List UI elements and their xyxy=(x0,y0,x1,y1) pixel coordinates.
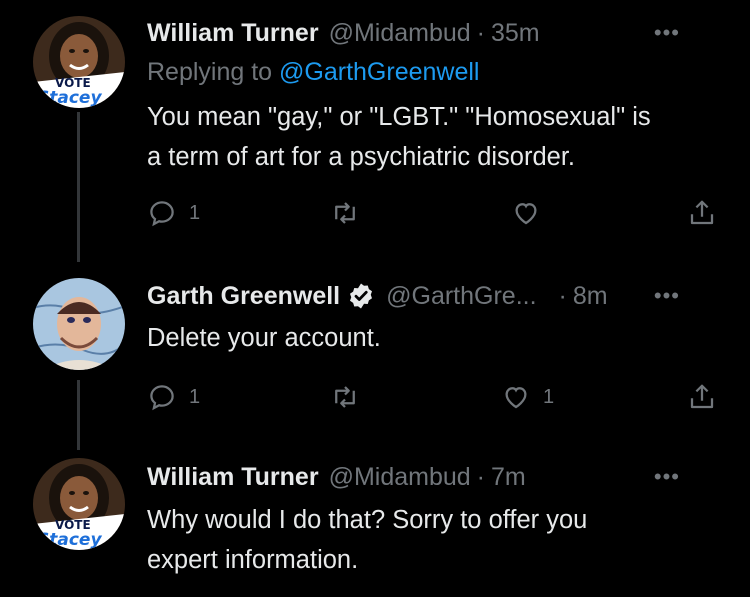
separator-dot: · xyxy=(558,281,567,310)
reply-count: 1 xyxy=(189,385,201,408)
share-button[interactable] xyxy=(687,198,717,228)
thread-line xyxy=(77,380,80,450)
like-count: 1 xyxy=(543,385,555,408)
retweet-button[interactable] xyxy=(330,198,372,228)
tweet-text-line: Why would I do that? Sorry to offer you xyxy=(147,506,588,534)
reply-button[interactable]: 1 xyxy=(147,382,200,412)
reply-icon xyxy=(150,201,174,227)
author-name[interactable]: Garth Greenwell xyxy=(147,282,340,311)
thread-line xyxy=(77,112,80,262)
more-icon[interactable]: ••• xyxy=(654,464,680,490)
tweet-3[interactable]: VOTE Stacey William Turner @Midambud · 7… xyxy=(0,442,750,597)
mention-link[interactable]: @GarthGreenwell xyxy=(279,58,479,86)
verified-badge-icon xyxy=(346,281,376,311)
retweet-icon xyxy=(335,202,355,224)
separator-dot: · xyxy=(476,462,485,491)
separator-dot: · xyxy=(476,18,485,47)
tweet-text-line: a term of art for a psychiatric disorder… xyxy=(147,143,575,171)
avatar-badge-stacey: Stacey xyxy=(37,88,102,108)
timestamp[interactable]: 35m xyxy=(491,19,540,48)
tweet-text: Why would I do that? Sorry to offer you … xyxy=(147,500,717,580)
reply-button[interactable]: 1 xyxy=(147,198,200,228)
tweet-1[interactable]: VOTE Stacey William Turner @Midambud · 3… xyxy=(0,0,750,262)
more-icon[interactable]: ••• xyxy=(654,20,680,46)
timestamp[interactable]: 8m xyxy=(573,282,608,311)
reply-count: 1 xyxy=(189,201,201,224)
share-icon xyxy=(690,384,714,409)
like-icon xyxy=(515,203,537,225)
tweet-2[interactable]: Garth Greenwell @GarthGre... · 8m ••• De… xyxy=(0,262,750,450)
author-handle[interactable]: @Midambud xyxy=(329,19,471,48)
avatar-badge-stacey: Stacey xyxy=(37,530,102,550)
share-icon xyxy=(690,200,714,225)
tweet-header: William Turner @Midambud · 35m ••• xyxy=(147,16,710,50)
tweet-text: Delete your account. xyxy=(147,318,717,358)
author-handle[interactable]: @GarthGre... xyxy=(386,282,536,311)
author-name[interactable]: William Turner xyxy=(147,463,319,492)
replying-to: Replying to @GarthGreenwell xyxy=(147,58,479,87)
avatar-garth-greenwell[interactable] xyxy=(33,278,125,370)
tweet-actions: 1 xyxy=(147,198,722,234)
like-button[interactable] xyxy=(511,198,553,228)
retweet-button[interactable] xyxy=(330,382,372,412)
tweet-text-line: Delete your account. xyxy=(147,324,381,352)
tweet-text-line: expert information. xyxy=(147,546,359,574)
author-name[interactable]: William Turner xyxy=(147,19,319,48)
replying-prefix: Replying to xyxy=(147,58,273,86)
reply-icon xyxy=(150,385,174,411)
tweet-header: William Turner @Midambud · 7m ••• xyxy=(147,460,710,494)
like-icon xyxy=(505,387,527,409)
author-handle[interactable]: @Midambud xyxy=(329,463,471,492)
avatar-william-turner[interactable]: VOTE Stacey xyxy=(33,16,125,108)
tweet-actions: 1 1 xyxy=(147,382,722,418)
timestamp[interactable]: 7m xyxy=(491,463,526,492)
tweet-text: You mean "gay," or "LGBT." "Homosexual" … xyxy=(147,97,717,177)
like-button[interactable]: 1 xyxy=(501,382,554,412)
share-button[interactable] xyxy=(687,382,717,412)
more-icon[interactable]: ••• xyxy=(654,283,680,309)
tweet-header: Garth Greenwell @GarthGre... · 8m ••• xyxy=(147,279,710,313)
avatar-william-turner[interactable]: VOTE Stacey xyxy=(33,458,125,550)
tweet-text-line: You mean "gay," or "LGBT." "Homosexual" … xyxy=(147,103,651,131)
retweet-icon xyxy=(335,386,355,408)
